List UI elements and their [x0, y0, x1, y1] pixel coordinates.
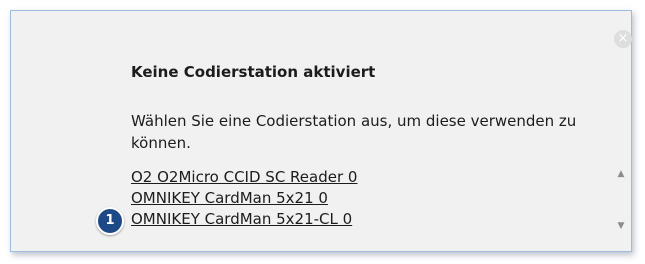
dialog-message: Wählen Sie eine Codierstation aus, um di… — [131, 112, 577, 152]
station-link-omnikey-5x21[interactable]: OMNIKEY CardMan 5x21 0 — [131, 188, 601, 209]
station-link-o2micro[interactable]: O2 O2Micro CCID SC Reader 0 — [131, 167, 601, 188]
scroll-down-arrow-icon[interactable]: ▼ — [616, 221, 626, 231]
callout-number-badge: 1 — [96, 207, 124, 235]
dialog-title: Keine Codierstation aktiviert — [131, 63, 376, 81]
screenshot-stage: × Keine Codierstation aktiviert Wählen S… — [0, 0, 645, 264]
scroll-up-arrow-icon[interactable]: ▲ — [616, 169, 626, 179]
encoding-station-list: O2 O2Micro CCID SC Reader 0 OMNIKEY Card… — [131, 167, 601, 230]
close-icon[interactable]: × — [614, 30, 632, 48]
station-link-omnikey-5x21-cl[interactable]: OMNIKEY CardMan 5x21-CL 0 — [131, 209, 601, 230]
